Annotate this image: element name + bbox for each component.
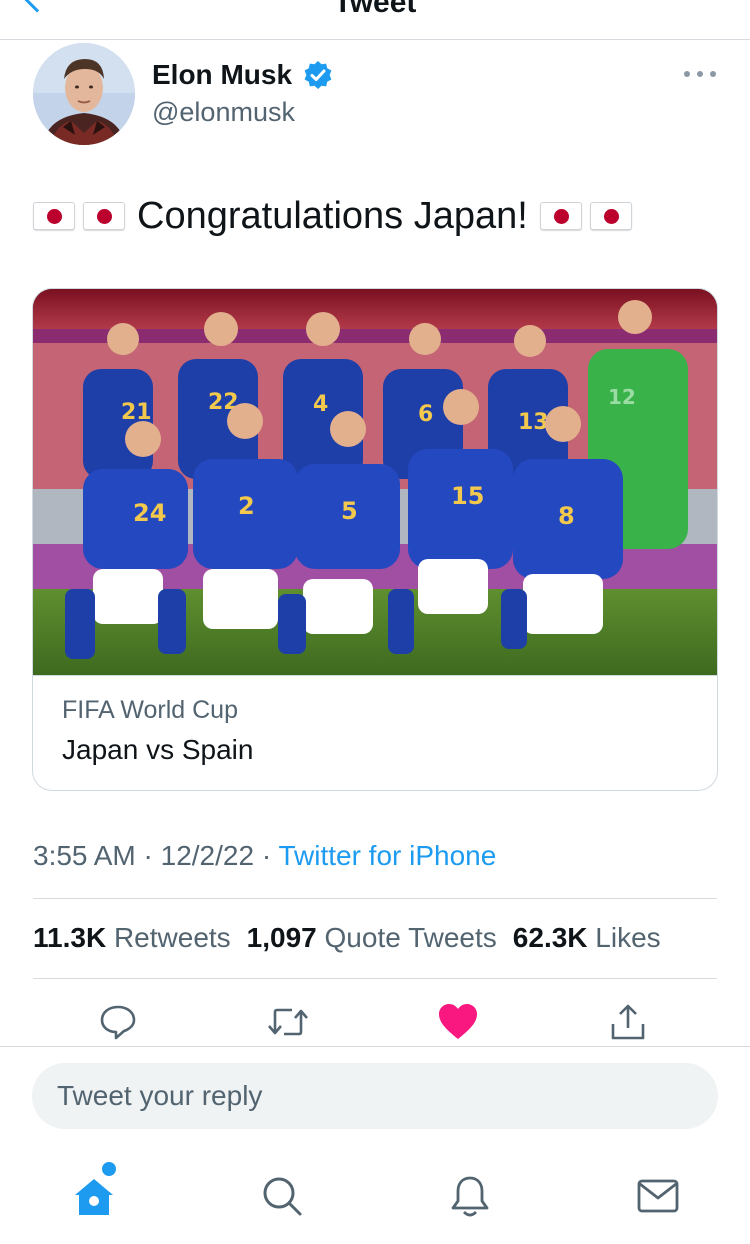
divider	[33, 898, 717, 899]
card-domain: FIFA World Cup	[62, 696, 238, 724]
svg-text:13: 13	[518, 410, 549, 435]
reply-input[interactable]: Tweet your reply	[32, 1063, 718, 1129]
tweet-meta: 3:55 AM · 12/2/22 · Twitter for iPhone	[33, 840, 496, 872]
meta-separator: ·	[143, 840, 153, 871]
svg-text:4: 4	[313, 392, 328, 417]
search-icon[interactable]	[258, 1172, 306, 1220]
avatar[interactable]	[33, 43, 135, 145]
tweet-date: 12/2/22	[160, 840, 255, 871]
mail-icon[interactable]	[634, 1172, 682, 1220]
quote-tweets-stat[interactable]: 1,097 Quote Tweets	[247, 922, 497, 953]
svg-text:5: 5	[341, 497, 358, 525]
page-title: Tweet	[333, 0, 417, 19]
heart-icon[interactable]	[436, 1000, 480, 1044]
svg-text:6: 6	[418, 402, 433, 427]
svg-text:8: 8	[558, 502, 575, 530]
japan-flag-icon	[539, 202, 582, 230]
svg-text:12: 12	[608, 385, 636, 409]
team-photo: 21 22 4 6 13 12 24 2 5 15 8	[33, 289, 717, 675]
tweet-source-link[interactable]: Twitter for iPhone	[278, 840, 496, 871]
tweet-time: 3:55 AM	[33, 840, 136, 871]
retweets-stat[interactable]: 11.3K Retweets	[33, 922, 231, 953]
likes-stat[interactable]: 62.3K Likes	[513, 922, 661, 953]
svg-text:24: 24	[133, 499, 166, 527]
japan-flag-icon	[83, 202, 125, 230]
share-icon[interactable]	[606, 1000, 650, 1044]
verified-badge-icon	[303, 60, 333, 90]
comment-icon[interactable]	[96, 1000, 140, 1044]
svg-text:2: 2	[238, 492, 255, 520]
action-bar	[0, 1000, 750, 1046]
svg-text:15: 15	[451, 482, 484, 510]
divider	[0, 1046, 750, 1047]
bell-icon[interactable]	[446, 1172, 494, 1220]
author-name[interactable]: Elon Musk	[152, 58, 292, 92]
author-handle[interactable]: @elonmusk	[152, 96, 295, 128]
card-title: Japan vs Spain	[62, 734, 254, 765]
tweet-body: Congratulations Japan!	[137, 195, 528, 237]
japan-flag-icon	[589, 202, 632, 230]
tweet-text: Congratulations Japan!	[33, 193, 640, 239]
svg-text:21: 21	[121, 400, 152, 425]
meta-separator: ·	[261, 840, 272, 871]
japan-flag-icon	[33, 202, 75, 230]
divider	[33, 978, 717, 979]
more-horizontal-icon[interactable]	[684, 64, 716, 84]
home-icon[interactable]	[70, 1172, 118, 1220]
top-bar: Tweet	[0, 0, 750, 40]
tweet-stats: 11.3K Retweets 1,097 Quote Tweets 62.3K Li…	[33, 922, 661, 954]
notification-dot	[102, 1162, 116, 1176]
retweet-icon[interactable]	[266, 1000, 310, 1044]
